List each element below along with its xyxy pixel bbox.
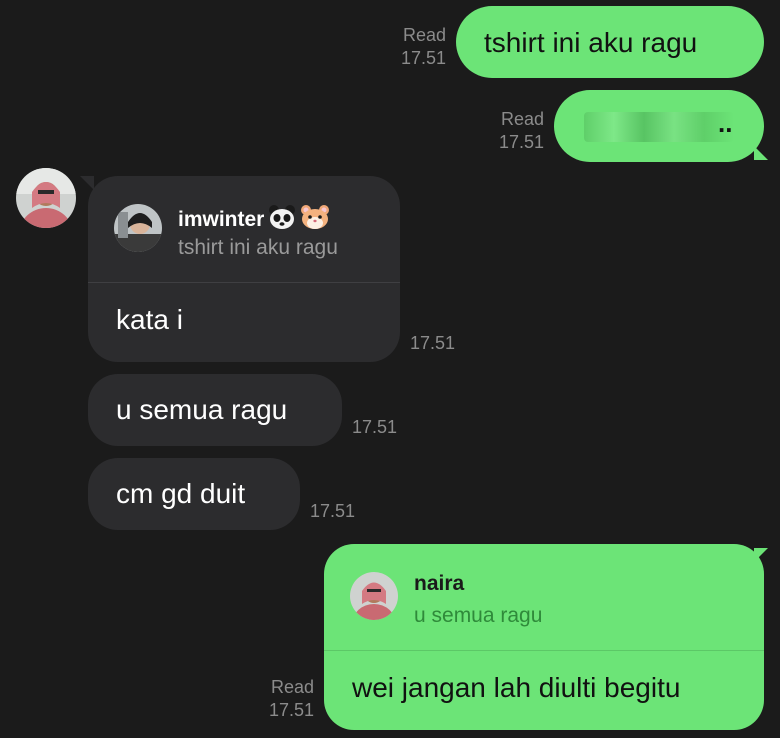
message-time: 17.51 xyxy=(498,132,544,152)
incoming-message-bubble[interactable]: u semua ragu xyxy=(88,374,342,446)
outgoing-message-bubble[interactable]: tshirt ini aku ragu xyxy=(456,6,764,78)
reply-divider xyxy=(324,650,764,651)
reply-avatar xyxy=(114,204,162,252)
reply-sender-name: imwinter xyxy=(178,207,265,231)
message-time: 17.51 xyxy=(410,333,456,353)
read-status: Read xyxy=(270,677,314,697)
reply-avatar xyxy=(350,572,398,620)
incoming-message-bubble[interactable]: imwinter tshirt ini aku ragu kata i xyxy=(88,176,400,362)
outgoing-message-bubble-redacted[interactable]: .. xyxy=(554,90,764,162)
read-receipt: Read 17.51 xyxy=(478,108,544,154)
message-text: wei jangan lah diulti begitu xyxy=(352,672,681,703)
incoming-message-bubble[interactable]: cm gd duit xyxy=(88,458,300,530)
message-text: tshirt ini aku ragu xyxy=(484,27,698,58)
read-status: Read xyxy=(402,25,446,45)
read-status: Read xyxy=(500,109,544,129)
reply-divider xyxy=(88,282,400,283)
reply-quoted-text: tshirt ini aku ragu xyxy=(178,236,338,259)
message-time: 17.51 xyxy=(268,700,314,720)
message-text: cm gd duit xyxy=(116,478,246,509)
message-time: 17.51 xyxy=(400,48,446,68)
bubble-tail xyxy=(754,146,768,160)
read-receipt: Read 17.51 xyxy=(248,676,314,722)
message-text: u semua ragu xyxy=(116,394,288,425)
read-receipt: Read 17.51 xyxy=(380,24,446,70)
panda-emoji-icon xyxy=(268,204,296,235)
contact-avatar[interactable] xyxy=(16,168,76,228)
message-time: 17.51 xyxy=(310,501,356,521)
reply-quoted-text: u semua ragu xyxy=(414,604,543,627)
reply-sender: imwinter xyxy=(178,204,330,235)
outgoing-message-bubble[interactable]: naira u semua ragu wei jangan lah diulti… xyxy=(324,544,764,730)
hamster-emoji-icon xyxy=(300,204,330,235)
bubble-tail xyxy=(80,176,94,190)
redacted-ellipsis: .. xyxy=(718,108,733,138)
redacted-text xyxy=(584,112,734,142)
message-text: kata i xyxy=(116,304,183,335)
reply-sender-name: naira xyxy=(414,572,465,595)
bubble-tail xyxy=(754,548,768,562)
message-time: 17.51 xyxy=(352,417,398,437)
